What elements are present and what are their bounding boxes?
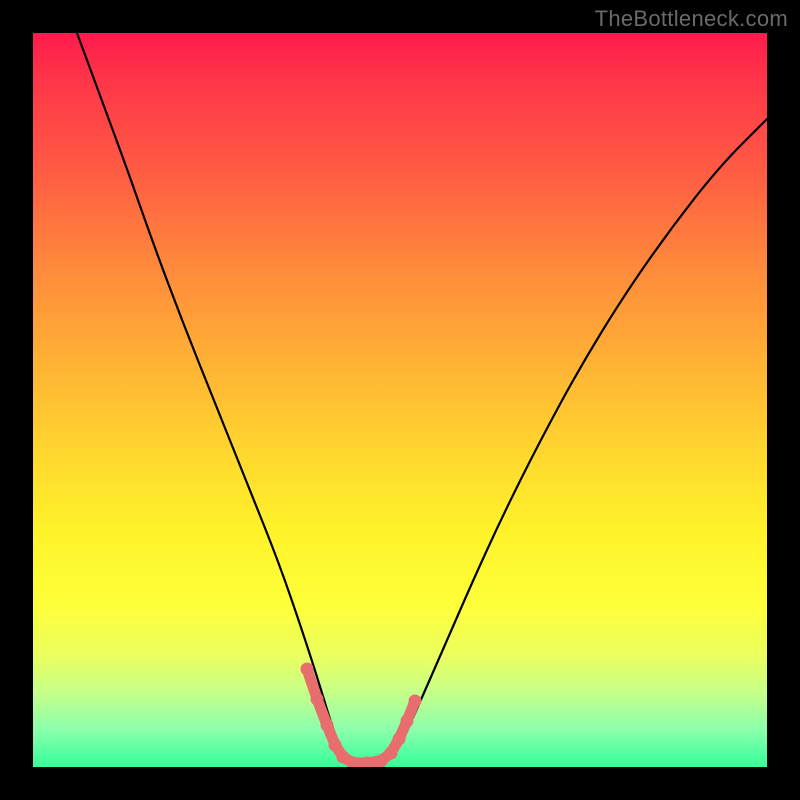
chart-frame: TheBottleneck.com [0,0,800,800]
valley-dot [409,695,422,708]
valley-dot [393,733,406,746]
valley-dot [329,739,342,752]
valley-dot [321,719,334,732]
plot-area [33,33,767,767]
valley-dot [401,715,414,728]
valley-dot [301,663,314,676]
watermark-text: TheBottleneck.com [595,6,788,32]
valley-dot [385,747,398,760]
bottleneck-curve [77,33,767,763]
valley-highlight [307,669,415,763]
bottleneck-curve-svg [33,33,767,767]
valley-dot [311,693,324,706]
